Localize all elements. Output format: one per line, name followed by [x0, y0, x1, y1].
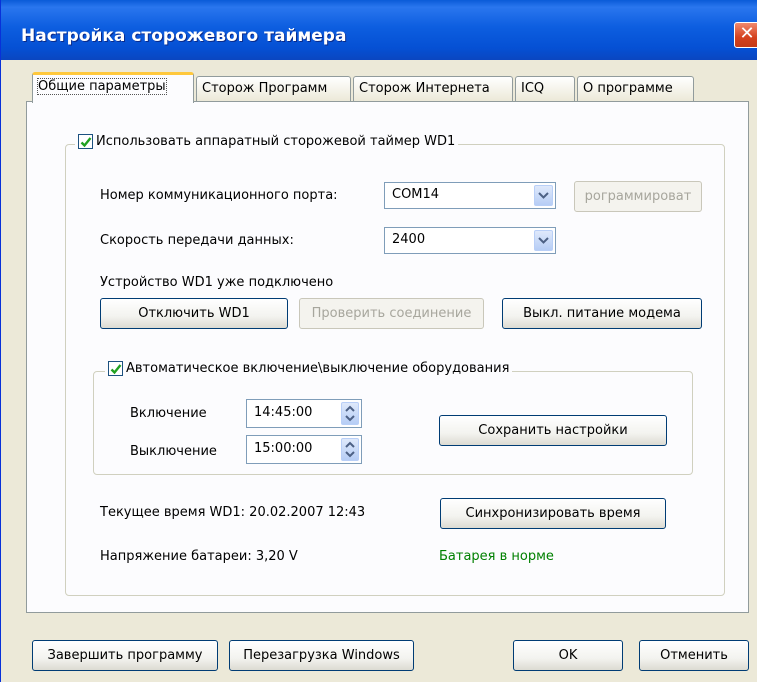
sync-time-button[interactable]: Синхронизировать время [440, 498, 666, 529]
power-off-time-value: 15:00:00 [254, 441, 313, 456]
save-settings-button[interactable]: Сохранить настройки [439, 415, 667, 446]
tab-about-label: О программе [583, 81, 673, 96]
port-label: Номер коммуникационного порта: [100, 188, 338, 203]
tab-general[interactable]: Общие параметры [32, 72, 194, 103]
port-select-value: COM14 [392, 187, 440, 202]
hw-timer-checkbox[interactable]: Использовать аппаратный сторожевой тайме… [75, 134, 459, 149]
tab-icq[interactable]: ICQ [515, 76, 575, 101]
title-bar: Настройка сторожевого таймера ✕ [1, 0, 757, 60]
tab-icq-label: ICQ [521, 81, 545, 96]
power-on-time-value: 14:45:00 [254, 405, 313, 420]
tab-internet-watch[interactable]: Сторож Интернета [353, 76, 513, 101]
up-down-arrows-icon [345, 441, 355, 458]
checkmark-icon [80, 137, 92, 148]
chevron-down-icon [538, 237, 549, 244]
auto-power-checkbox-box[interactable] [108, 361, 123, 376]
device-status-text: Устройство WD1 уже подключено [100, 275, 334, 290]
power-on-spinner[interactable] [341, 402, 359, 425]
auto-power-checkbox[interactable]: Автоматическое включение\выключение обор… [105, 361, 513, 376]
reboot-windows-button[interactable]: Перезагрузка Windows [229, 640, 414, 671]
hw-timer-group: Использовать аппаратный сторожевой тайме… [65, 134, 725, 596]
port-select[interactable]: COM14 [384, 182, 556, 209]
tab-internet-watch-label: Сторож Интернета [359, 81, 490, 96]
check-connection-button[interactable]: Проверить соединение [299, 298, 484, 329]
speed-label: Скорость передачи данных: [100, 233, 294, 248]
power-on-label: Включение [130, 406, 207, 421]
speed-select[interactable]: 2400 [384, 227, 556, 254]
auto-power-group: Автоматическое включение\выключение обор… [93, 361, 693, 475]
tab-about[interactable]: О программе [577, 76, 694, 101]
current-time-text: Текущее время WD1: 20.02.2007 12:43 [100, 505, 366, 520]
hw-timer-checkbox-label: Использовать аппаратный сторожевой тайме… [96, 134, 456, 149]
power-on-time[interactable]: 14:45:00 [246, 399, 362, 428]
tab-general-label: Общие параметры [37, 78, 167, 95]
close-icon: ✕ [739, 23, 755, 44]
close-button[interactable]: ✕ [734, 22, 757, 48]
program-button[interactable]: рограммироват [574, 181, 702, 212]
hw-timer-checkbox-box[interactable] [78, 134, 93, 149]
checkmark-icon [110, 364, 122, 375]
tab-program-watch-label: Сторож Программ [202, 81, 328, 96]
power-off-label: Выключение [130, 444, 217, 459]
settings-dialog: Настройка сторожевого таймера ✕ Общие па… [0, 0, 757, 682]
tab-panel-general: Использовать аппаратный сторожевой тайме… [26, 101, 749, 613]
speed-dropdown-button[interactable] [534, 230, 553, 251]
ok-button[interactable]: OK [513, 640, 623, 671]
window-title: Настройка сторожевого таймера [21, 26, 347, 46]
chevron-down-icon [538, 192, 549, 199]
power-off-time[interactable]: 15:00:00 [246, 435, 362, 464]
disconnect-button[interactable]: Отключить WD1 [100, 298, 288, 329]
exit-program-button[interactable]: Завершить программу [32, 640, 218, 671]
battery-voltage-text: Напряжение батареи: 3,20 V [100, 549, 298, 564]
tab-program-watch[interactable]: Сторож Программ [196, 76, 351, 101]
port-dropdown-button[interactable] [534, 185, 553, 206]
auto-power-checkbox-label: Автоматическое включение\выключение обор… [126, 361, 510, 376]
power-off-spinner[interactable] [341, 438, 359, 461]
modem-power-off-button[interactable]: Выкл. питание модема [502, 298, 702, 329]
up-down-arrows-icon [345, 405, 355, 422]
battery-status-text: Батарея в норме [439, 549, 554, 564]
cancel-button[interactable]: Отменить [639, 640, 749, 671]
speed-select-value: 2400 [392, 232, 426, 247]
